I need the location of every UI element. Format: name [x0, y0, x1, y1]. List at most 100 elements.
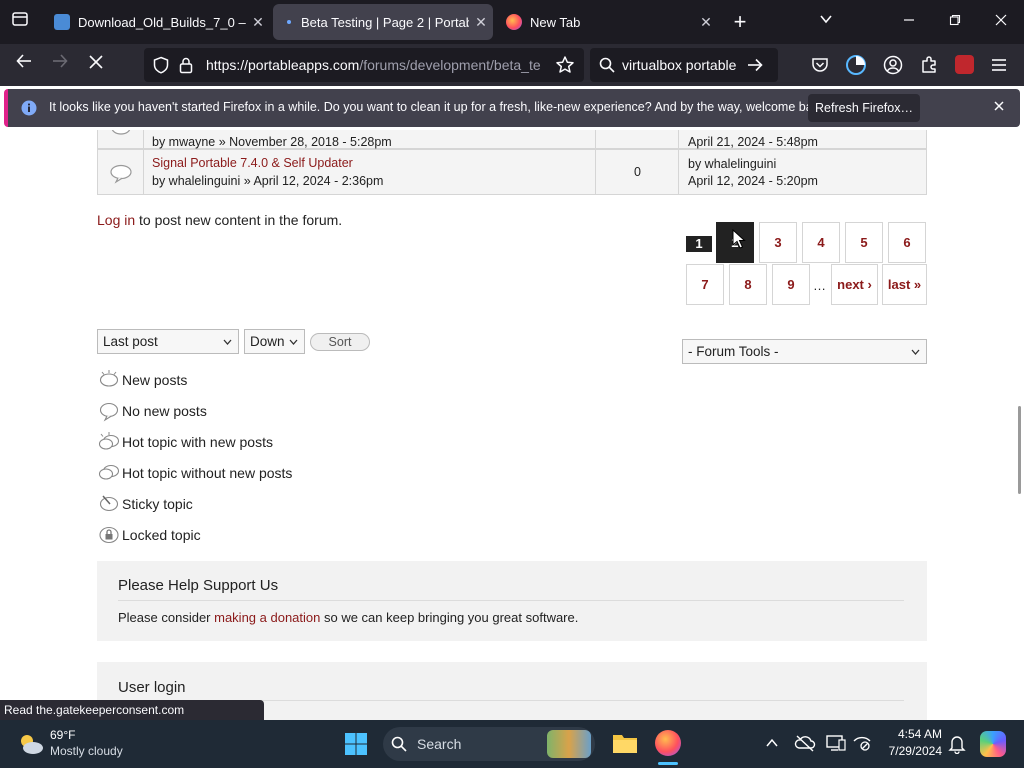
url-text[interactable]: https://portableapps.com/forums/developm… — [206, 57, 544, 73]
pocket-icon[interactable] — [810, 55, 830, 80]
file-explorer-icon[interactable] — [612, 731, 638, 760]
pager-page-6[interactable]: 6 — [888, 222, 926, 263]
pager-page-3[interactable]: 3 — [759, 222, 797, 263]
no-new-posts-icon — [110, 164, 132, 184]
divider — [118, 600, 904, 601]
tab-list-icon[interactable] — [8, 10, 32, 34]
display-icon[interactable] — [826, 734, 846, 757]
forward-arrow-icon[interactable] — [46, 52, 74, 78]
close-tab-icon[interactable]: ✕ — [694, 14, 718, 31]
close-tab-icon[interactable]: ✕ — [469, 14, 493, 31]
ublock-origin-icon[interactable] — [955, 55, 974, 74]
tab-label: Beta Testing | Page 2 | Portable — [301, 14, 469, 30]
weather-temp[interactable]: 69°F — [50, 728, 75, 742]
table-row: Signal Portable 7.4.0 & Self Updater by … — [97, 149, 927, 195]
pager-last[interactable]: last » — [882, 264, 927, 305]
sort-order-select[interactable]: Down — [244, 329, 305, 354]
support-text: Please consider making a donation so we … — [118, 610, 578, 625]
url-bar[interactable]: https://portableapps.com/forums/developm… — [144, 48, 584, 82]
login-prompt: Log in to post new content in the forum. — [97, 212, 342, 228]
legend-label: Locked topic — [122, 527, 201, 543]
search-bar[interactable]: virtualbox portable — [590, 48, 778, 82]
windows-start-icon[interactable] — [344, 732, 368, 761]
refresh-firefox-button[interactable]: Refresh Firefox… — [808, 94, 920, 122]
sort-field-select[interactable]: Last post — [97, 329, 239, 354]
copilot-icon[interactable] — [980, 731, 1006, 757]
sort-button[interactable]: Sort — [310, 333, 370, 351]
clock-time[interactable]: 4:54 AM — [880, 727, 942, 741]
hot-topic-new-icon — [98, 432, 120, 450]
hamburger-menu-icon[interactable] — [990, 56, 1008, 79]
taskbar-search-placeholder: Search — [417, 736, 462, 752]
legend-locked-topic: Locked topic — [98, 523, 201, 547]
last-post-date: April 12, 2024 - 5:20pm — [688, 174, 818, 188]
pager-next[interactable]: next › — [831, 264, 878, 305]
restore-icon[interactable] — [943, 10, 967, 34]
last-post-date: April 21, 2024 - 5:48pm — [688, 135, 818, 149]
notifications-bell-icon[interactable] — [948, 734, 966, 759]
donation-link[interactable]: making a donation — [214, 610, 320, 625]
legend-hot-topic-new: Hot topic with new posts — [98, 430, 273, 454]
minimize-icon[interactable] — [897, 10, 921, 34]
weather-condition[interactable]: Mostly cloudy — [50, 744, 123, 758]
topic-title-link[interactable]: Signal Portable 7.4.0 & Self Updater — [152, 156, 353, 170]
page-content: by mwayne » November 28, 2018 - 5:28pm A… — [0, 130, 1024, 720]
search-icon — [391, 736, 407, 752]
account-icon[interactable] — [882, 54, 904, 81]
notification-message: It looks like you haven't started Firefo… — [49, 100, 829, 114]
page-scrollbar-thumb[interactable] — [1018, 406, 1021, 494]
clock-date[interactable]: 7/29/2024 — [880, 744, 942, 758]
tab-new-tab[interactable]: New Tab ✕ — [496, 4, 718, 40]
tab-download-old-builds[interactable]: Download_Old_Builds_7_0 – Or ✕ — [44, 4, 270, 40]
extensions-icon[interactable] — [919, 55, 939, 80]
pager-page-4[interactable]: 4 — [802, 222, 840, 263]
table-row: by mwayne » November 28, 2018 - 5:28pm A… — [97, 130, 927, 149]
close-notification-icon[interactable] — [992, 99, 1006, 118]
legend-label: Sticky topic — [122, 496, 193, 512]
replies-cell: 0 — [596, 150, 679, 194]
search-input[interactable]: virtualbox portable — [622, 57, 736, 73]
taskbar-search[interactable]: Search — [383, 727, 595, 761]
bookmark-star-icon[interactable] — [555, 55, 575, 80]
pager-page-8[interactable]: 8 — [729, 264, 767, 305]
legend-no-new-posts: No new posts — [98, 399, 207, 423]
support-text-before: Please consider — [118, 610, 215, 625]
tab-label: New Tab — [530, 14, 581, 30]
weather-icon[interactable] — [16, 729, 46, 759]
active-app-indicator — [658, 762, 678, 765]
close-window-icon[interactable] — [989, 10, 1013, 34]
login-link[interactable]: Log in — [97, 212, 135, 228]
stop-loading-icon[interactable] — [82, 52, 110, 78]
support-heading: Please Help Support Us — [118, 577, 279, 594]
chevron-up-icon[interactable] — [765, 736, 779, 755]
pager-current-page: 1 — [686, 236, 712, 252]
sort-field-value: Last post — [103, 334, 158, 349]
pager-page-7[interactable]: 7 — [686, 264, 724, 305]
lock-icon[interactable] — [178, 56, 194, 79]
sync-account-icon[interactable] — [845, 54, 867, 81]
chevron-down-icon[interactable] — [814, 10, 838, 34]
replies-cell — [596, 130, 679, 148]
no-new-posts-icon — [99, 402, 119, 422]
tracking-protection-shield-icon[interactable] — [152, 56, 170, 79]
onedrive-offline-icon[interactable] — [794, 734, 816, 757]
firefox-taskbar-icon[interactable] — [655, 730, 681, 756]
chevron-down-icon — [911, 349, 920, 355]
tab-bar: Download_Old_Builds_7_0 – Or ✕ Beta Test… — [0, 0, 1024, 44]
close-tab-icon[interactable]: ✕ — [246, 14, 270, 31]
no-new-posts-icon — [111, 130, 131, 135]
search-go-arrow-icon[interactable] — [746, 56, 764, 79]
pager-page-9[interactable]: 9 — [772, 264, 810, 305]
back-arrow-icon[interactable] — [10, 52, 38, 78]
notification-bar: It looks like you haven't started Firefo… — [4, 89, 1020, 127]
pager-page-5[interactable]: 5 — [845, 222, 883, 263]
sticky-topic-icon — [99, 495, 119, 512]
topic-author-line: by whalelinguini » April 12, 2024 - 2:36… — [152, 174, 384, 188]
forum-tools-select[interactable]: - Forum Tools - — [682, 339, 927, 364]
tab-beta-testing[interactable]: Beta Testing | Page 2 | Portable ✕ — [273, 4, 493, 40]
topic-title-cell: by mwayne » November 28, 2018 - 5:28pm — [144, 130, 596, 149]
info-icon — [21, 100, 37, 121]
new-tab-icon[interactable]: + — [728, 10, 752, 34]
network-icon[interactable] — [852, 734, 872, 757]
new-posts-icon — [99, 370, 119, 387]
